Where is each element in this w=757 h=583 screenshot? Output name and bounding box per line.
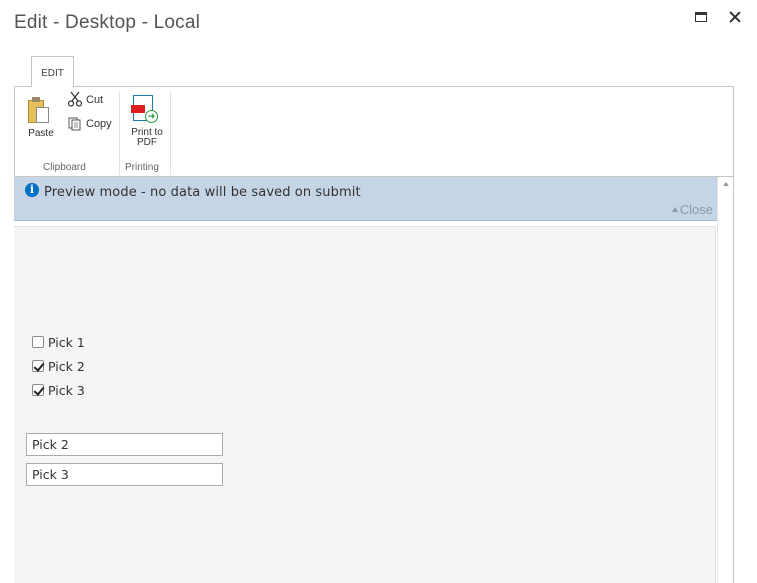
scissors-icon: [67, 91, 83, 107]
info-icon: i: [25, 183, 39, 197]
close-notice-label: Close: [679, 202, 713, 217]
copy-icon: [68, 117, 81, 131]
text-field-2[interactable]: Pick 3: [26, 463, 223, 486]
paste-icon: [28, 97, 50, 123]
text-field-1[interactable]: Pick 2: [26, 433, 223, 456]
clipboard-group-label: Clipboard: [43, 162, 86, 173]
ribbon: Paste Cut Copy Clipboard ➜ Print to PDF: [14, 86, 734, 177]
printing-group-label: Printing: [125, 162, 159, 173]
tab-edit[interactable]: EDIT: [31, 56, 74, 87]
form-area: Pick 1 Pick 2 Pick 3 Pick 2 Pick 3: [14, 226, 716, 583]
close-notice-link[interactable]: Close: [671, 202, 713, 217]
maximize-icon[interactable]: [692, 8, 710, 26]
print-to-pdf-label-line2: PDF: [137, 137, 157, 148]
preview-notice-bar: i Preview mode - no data will be saved o…: [14, 177, 717, 221]
notice-text: Preview mode - no data will be saved on …: [44, 185, 361, 200]
checkbox-label: Pick 3: [48, 383, 85, 398]
copy-label: Copy: [86, 118, 112, 130]
print-to-pdf-icon: ➜: [131, 95, 161, 127]
window-title: Edit - Desktop - Local: [14, 12, 201, 33]
checkbox-box[interactable]: [32, 360, 44, 372]
chevron-up-icon: [671, 207, 678, 212]
checkbox-label: Pick 1: [48, 335, 85, 350]
cut-label: Cut: [86, 94, 104, 106]
paste-label: Paste: [28, 128, 54, 139]
paste-button[interactable]: Paste: [25, 95, 57, 143]
print-to-pdf-button[interactable]: ➜ Print to PDF: [127, 93, 167, 153]
checkbox-box[interactable]: [32, 336, 44, 348]
vertical-scrollbar[interactable]: [717, 177, 734, 583]
group-divider: [119, 91, 120, 175]
print-to-pdf-label: Print to PDF: [127, 128, 167, 148]
checkbox-label: Pick 2: [48, 359, 85, 374]
scroll-up-arrow-icon[interactable]: [723, 182, 729, 186]
group-divider: [170, 91, 171, 175]
checkbox-box[interactable]: [32, 384, 44, 396]
close-icon[interactable]: [726, 8, 744, 26]
